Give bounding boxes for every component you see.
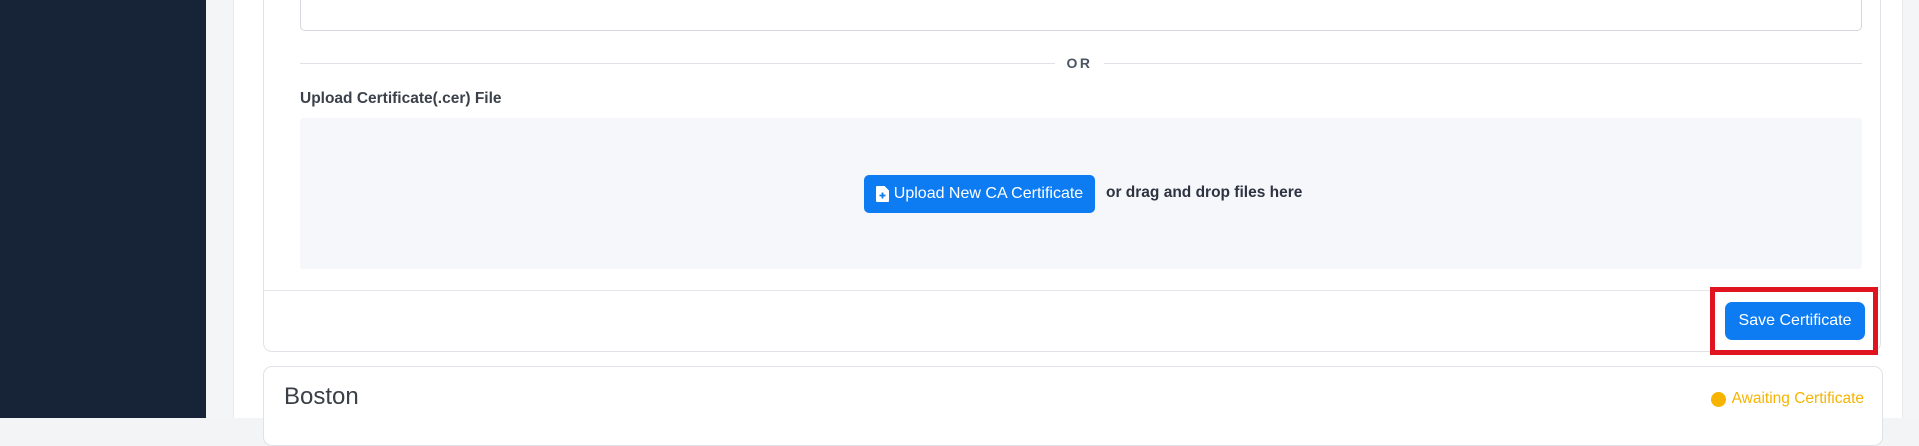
sidebar bbox=[0, 0, 206, 418]
divider-line-right bbox=[1104, 63, 1862, 64]
or-divider-text: OR bbox=[1066, 55, 1093, 71]
upload-ca-certificate-button[interactable]: Upload New CA Certificate bbox=[864, 175, 1095, 213]
card-footer-divider bbox=[264, 290, 1880, 291]
drag-drop-hint: or drag and drop files here bbox=[1106, 184, 1303, 201]
upload-button-label: Upload New CA Certificate bbox=[893, 185, 1084, 202]
upload-certificate-label: Upload Certificate(.cer) File bbox=[300, 90, 502, 107]
save-certificate-button[interactable]: Save Certificate bbox=[1725, 302, 1865, 340]
location-title: Boston bbox=[284, 383, 359, 410]
status-dot-icon bbox=[1710, 391, 1726, 407]
divider-line-left bbox=[300, 63, 1055, 64]
certificate-text-field[interactable] bbox=[300, 0, 1862, 31]
status-badge: Awaiting Certificate bbox=[1710, 390, 1864, 408]
location-card bbox=[263, 366, 1883, 446]
file-plus-icon bbox=[875, 186, 889, 202]
status-text: Awaiting Certificate bbox=[1731, 390, 1864, 407]
